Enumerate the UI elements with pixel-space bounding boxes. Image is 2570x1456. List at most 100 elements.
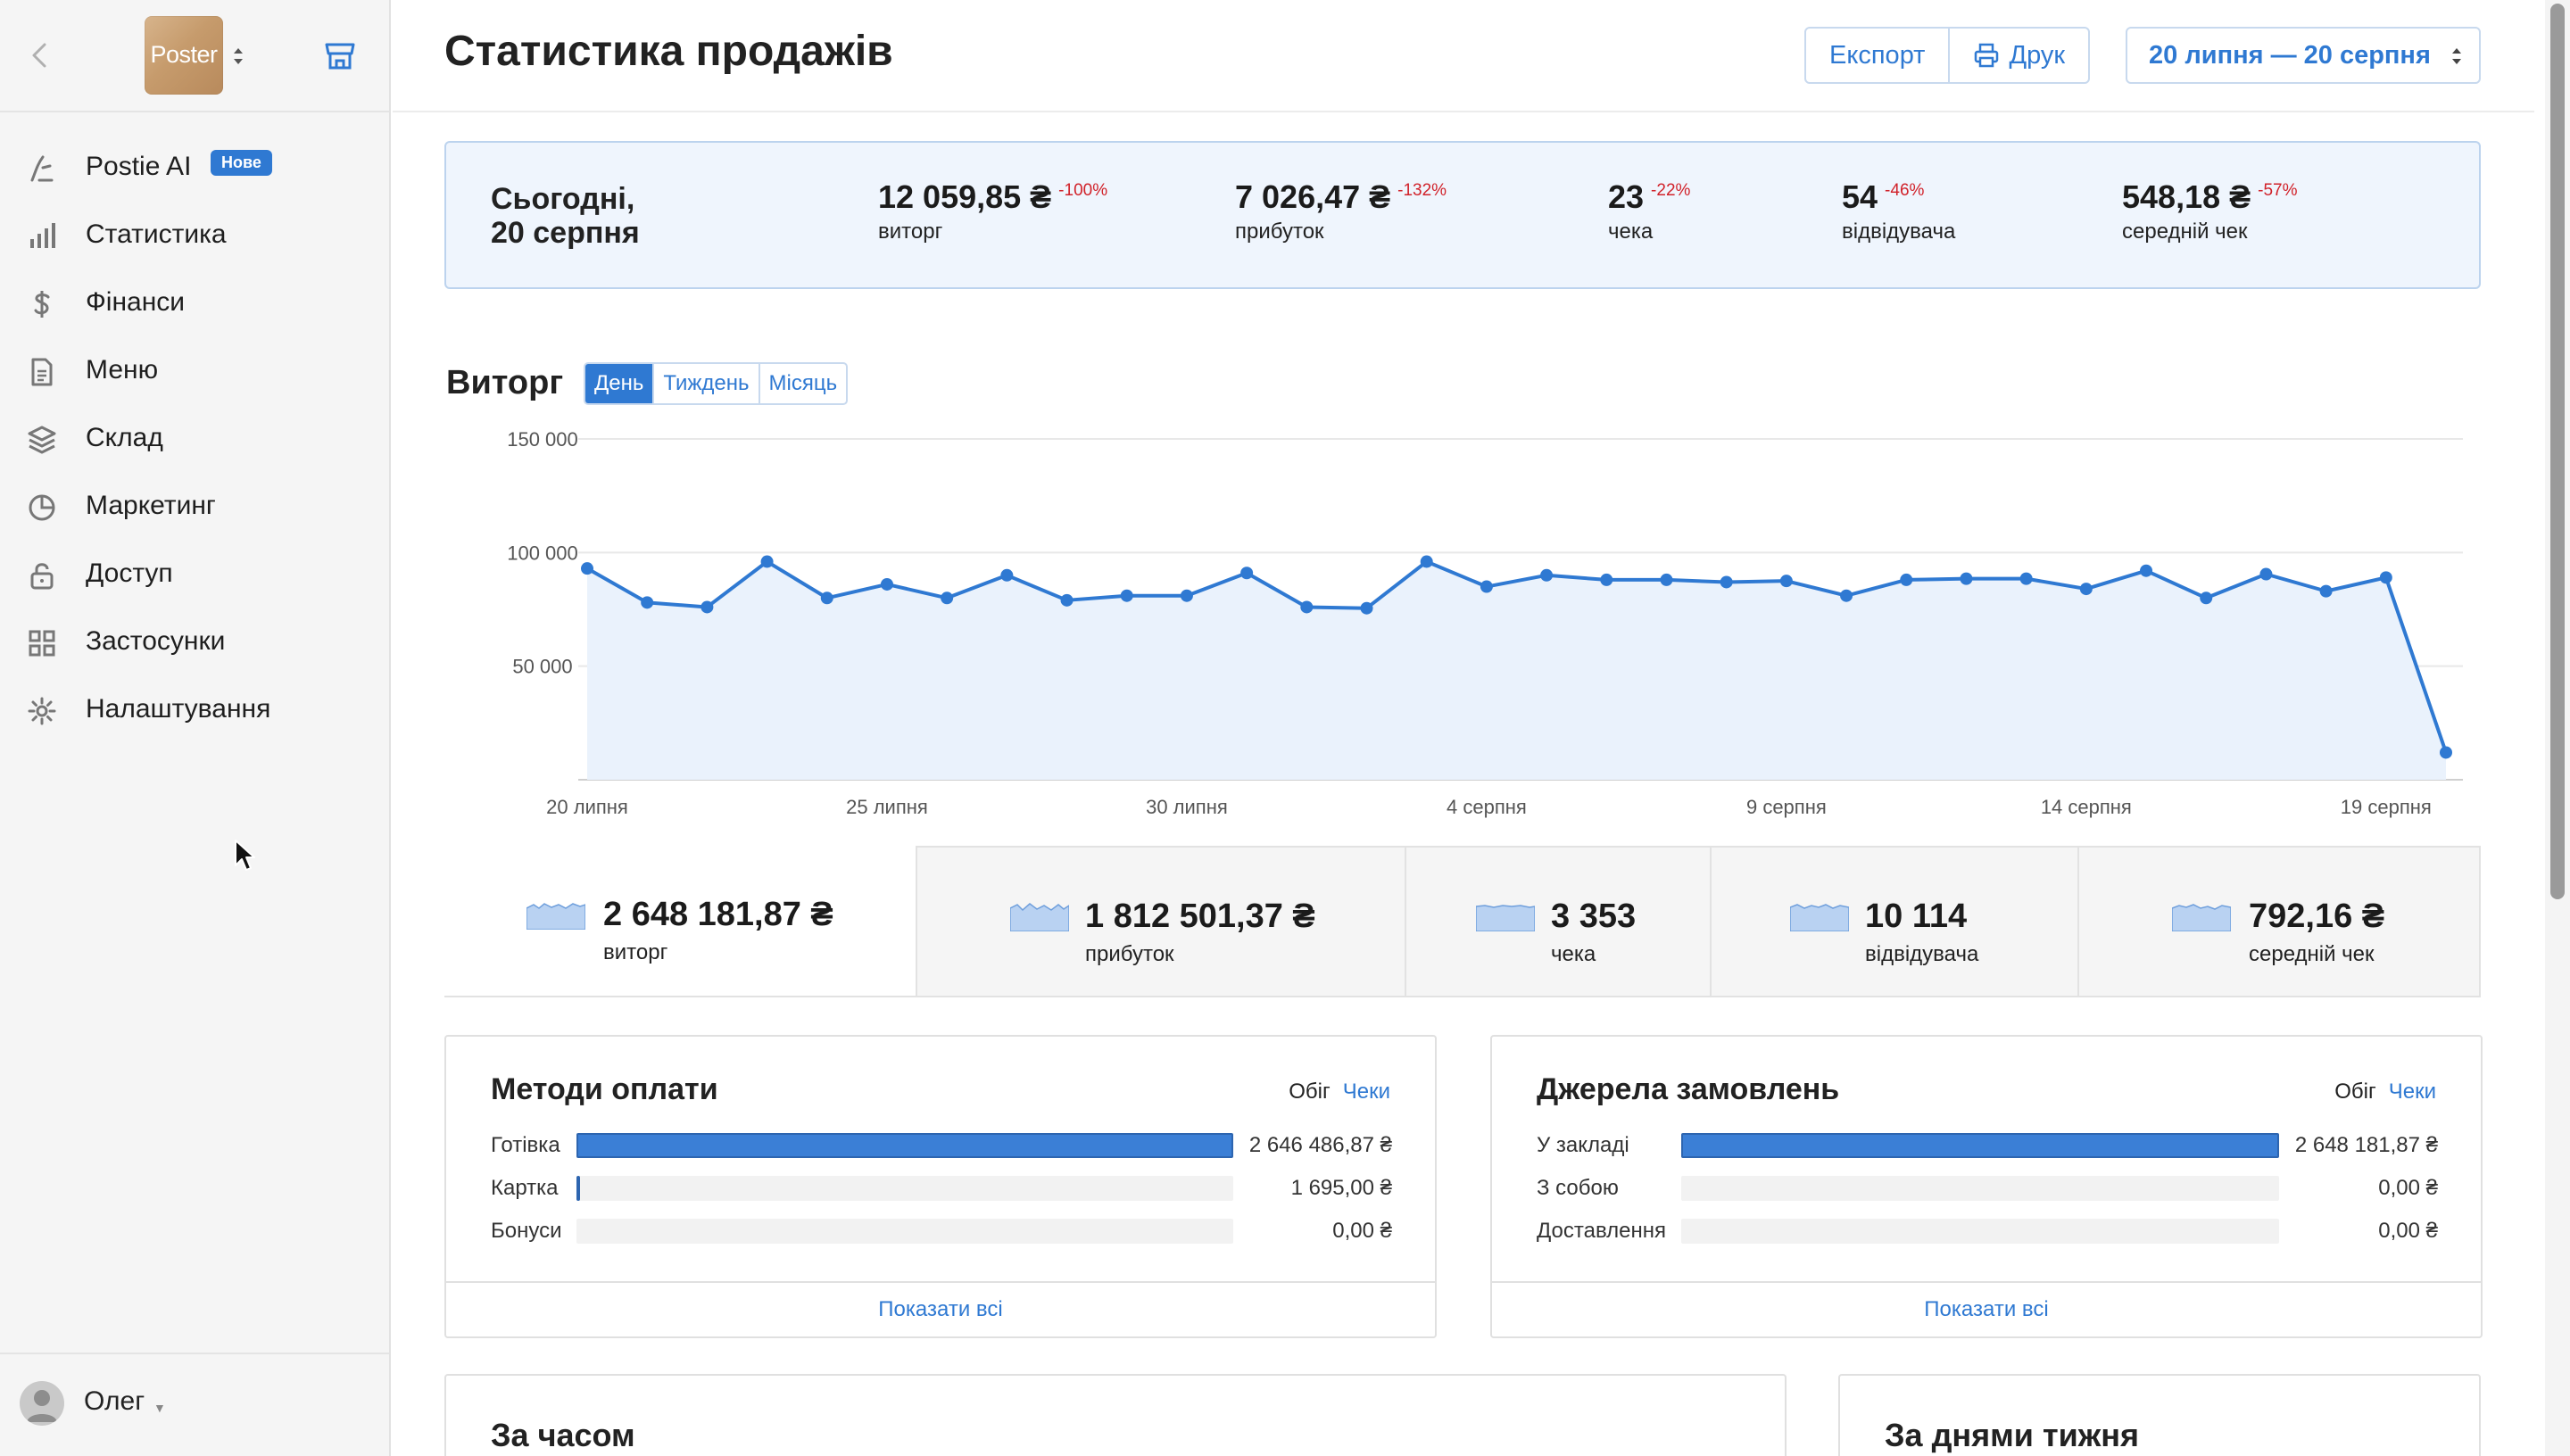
mouse-cursor-icon	[235, 840, 255, 871]
total-avg-check-tab[interactable]: 792,16 ₴ середній чек	[2077, 846, 2481, 997]
print-button[interactable]: Друк	[1948, 29, 2088, 82]
account-switch-icon[interactable]	[230, 43, 246, 70]
sidebar-item-label: Postie AI	[86, 152, 192, 181]
total-checks-tab[interactable]: 3 353 чека	[1405, 846, 1712, 997]
revenue-point	[1240, 567, 1254, 580]
sparkline-icon	[1476, 905, 1535, 931]
total-profit-tab[interactable]: 1 812 501,37 ₴ прибуток	[916, 846, 1406, 997]
revenue-point	[941, 592, 954, 605]
period-month-button[interactable]: Місяць	[758, 364, 847, 403]
y-tick-label: 50 000	[512, 656, 572, 678]
account-logo[interactable]: Poster	[145, 16, 223, 95]
today-summary: Сьогодні, 20 серпня 12 059,85 ₴ -100% вит…	[444, 141, 2481, 289]
today-kpi-avg-check: 548,18 ₴ -57% середній чек	[2122, 178, 2297, 244]
revenue-point	[1480, 580, 1493, 593]
sidebar-item-menu[interactable]: Меню	[0, 337, 389, 405]
revenue-point	[2140, 564, 2153, 577]
revenue-point	[1660, 573, 1673, 586]
source-row-delivery: Доставлення 0,00 ₴	[1537, 1215, 2438, 1245]
source-row-takeaway: З собою 0,00 ₴	[1537, 1172, 2438, 1203]
row-value: 0,00 ₴	[1332, 1219, 1392, 1243]
logo-text: Poster	[150, 41, 218, 68]
revenue-point	[2200, 592, 2213, 605]
row-value: 1 695,00 ₴	[1290, 1176, 1392, 1200]
kpi-value: 548,18 ₴	[2122, 178, 2251, 215]
revenue-point	[1300, 600, 1314, 614]
revenue-area	[587, 561, 2446, 780]
main-content: Статистика продажів Експорт Друк 20 липн…	[393, 0, 2534, 1456]
row-label: Готівка	[491, 1133, 560, 1157]
x-tick-label: 20 липня	[546, 796, 628, 818]
x-tick-label: 30 липня	[1146, 796, 1228, 818]
revenue-point	[2079, 583, 2093, 596]
sidebar-item-label: Склад	[86, 423, 163, 452]
total-visitors-tab[interactable]: 10 114 відвідувача	[1710, 846, 2079, 997]
row-value: 0,00 ₴	[2378, 1176, 2438, 1200]
by-weekday-panel: За днями тижня	[1838, 1374, 2481, 1456]
revenue-point	[1960, 572, 1973, 585]
sidebar-item-settings[interactable]: Налаштування	[0, 676, 389, 744]
totals-row: 2 648 181,87 ₴ виторг 1 812 501,37 ₴ при…	[444, 846, 2481, 997]
toggle-turnover[interactable]: Обіг	[2334, 1080, 2376, 1104]
revenue-point	[1120, 589, 1133, 602]
date-range-picker[interactable]: 20 липня — 20 серпня	[2126, 27, 2481, 84]
today-title: Сьогодні, 20 серпня	[491, 182, 640, 250]
revenue-point	[1720, 575, 1733, 589]
grid-icon	[29, 630, 55, 657]
toggle-turnover[interactable]: Обіг	[1289, 1080, 1331, 1104]
payment-row-card: Картка 1 695,00 ₴	[491, 1172, 1392, 1203]
period-week-button[interactable]: Тиждень	[652, 364, 758, 403]
revenue-point	[641, 596, 654, 609]
row-bar-track	[576, 1133, 1233, 1158]
sidebar-item-label: Маркетинг	[86, 491, 216, 520]
sidebar-item-finance[interactable]: Фінанси	[0, 269, 389, 337]
export-button[interactable]: Експорт	[1806, 29, 1948, 82]
revenue-point	[760, 555, 774, 568]
total-value: 1 812 501,37 ₴	[1085, 898, 1315, 935]
payment-row-cash: Готівка 2 646 486,87 ₴	[491, 1129, 1392, 1160]
kpi-value: 7 026,47 ₴	[1235, 178, 1391, 215]
row-bar-track	[1681, 1176, 2279, 1201]
chevron-left-icon[interactable]	[27, 37, 52, 73]
today-kpi-checks: 23 -22% чека	[1608, 178, 1690, 244]
source-row-dine-in: У закладі 2 648 181,87 ₴	[1537, 1129, 2438, 1160]
toggle-checks[interactable]: Чеки	[1343, 1080, 1390, 1104]
avatar	[20, 1381, 64, 1426]
scrollbar[interactable]	[2545, 0, 2570, 1456]
payment-methods-panel: Методи оплати Обіг Чеки Готівка 2 646 486…	[444, 1035, 1437, 1338]
row-label: Бонуси	[491, 1219, 562, 1243]
user-menu[interactable]: Олег ▼	[0, 1353, 389, 1456]
kpi-label: середній чек	[2122, 219, 2248, 244]
revenue-point	[1420, 555, 1433, 568]
sidebar-item-label: Доступ	[86, 558, 173, 588]
kpi-label: прибуток	[1235, 219, 1324, 244]
total-label: середній чек	[2249, 942, 2375, 966]
toggle-checks[interactable]: Чеки	[2389, 1080, 2436, 1104]
sidebar-item-apps[interactable]: Застосунки	[0, 608, 389, 676]
store-icon[interactable]	[323, 39, 357, 71]
revenue-point	[1600, 573, 1613, 586]
sparkline-icon	[1790, 904, 1849, 931]
revenue-point	[581, 562, 593, 575]
postie-ai-icon	[30, 155, 54, 182]
revenue-point	[1360, 601, 1373, 615]
dollar-icon	[34, 291, 50, 318]
sidebar-item-statistics[interactable]: Статистика	[0, 202, 389, 269]
sidebar-item-access[interactable]: Доступ	[0, 541, 389, 608]
sidebar-item-postie-ai[interactable]: Postie AI Нове	[0, 134, 389, 202]
row-label: Доставлення	[1537, 1219, 1666, 1243]
row-bar	[1681, 1133, 2279, 1158]
x-tick-label: 19 серпня	[2341, 796, 2432, 818]
sidebar-item-warehouse[interactable]: Склад	[0, 405, 389, 473]
show-all-link[interactable]: Показати всі	[446, 1281, 1435, 1336]
total-revenue-tab[interactable]: 2 648 181,87 ₴ виторг	[444, 846, 916, 997]
row-label: Картка	[491, 1176, 559, 1200]
kpi-label: відвідувача	[1842, 219, 1956, 244]
show-all-link[interactable]: Показати всі	[1492, 1281, 2481, 1336]
metric-toggle: Обіг Чеки	[1289, 1080, 1390, 1104]
sidebar-item-marketing[interactable]: Маркетинг	[0, 473, 389, 541]
revenue-point	[2019, 572, 2033, 585]
revenue-point	[1840, 589, 1853, 602]
scrollbar-thumb[interactable]	[2550, 4, 2565, 899]
period-day-button[interactable]: День	[585, 364, 653, 403]
